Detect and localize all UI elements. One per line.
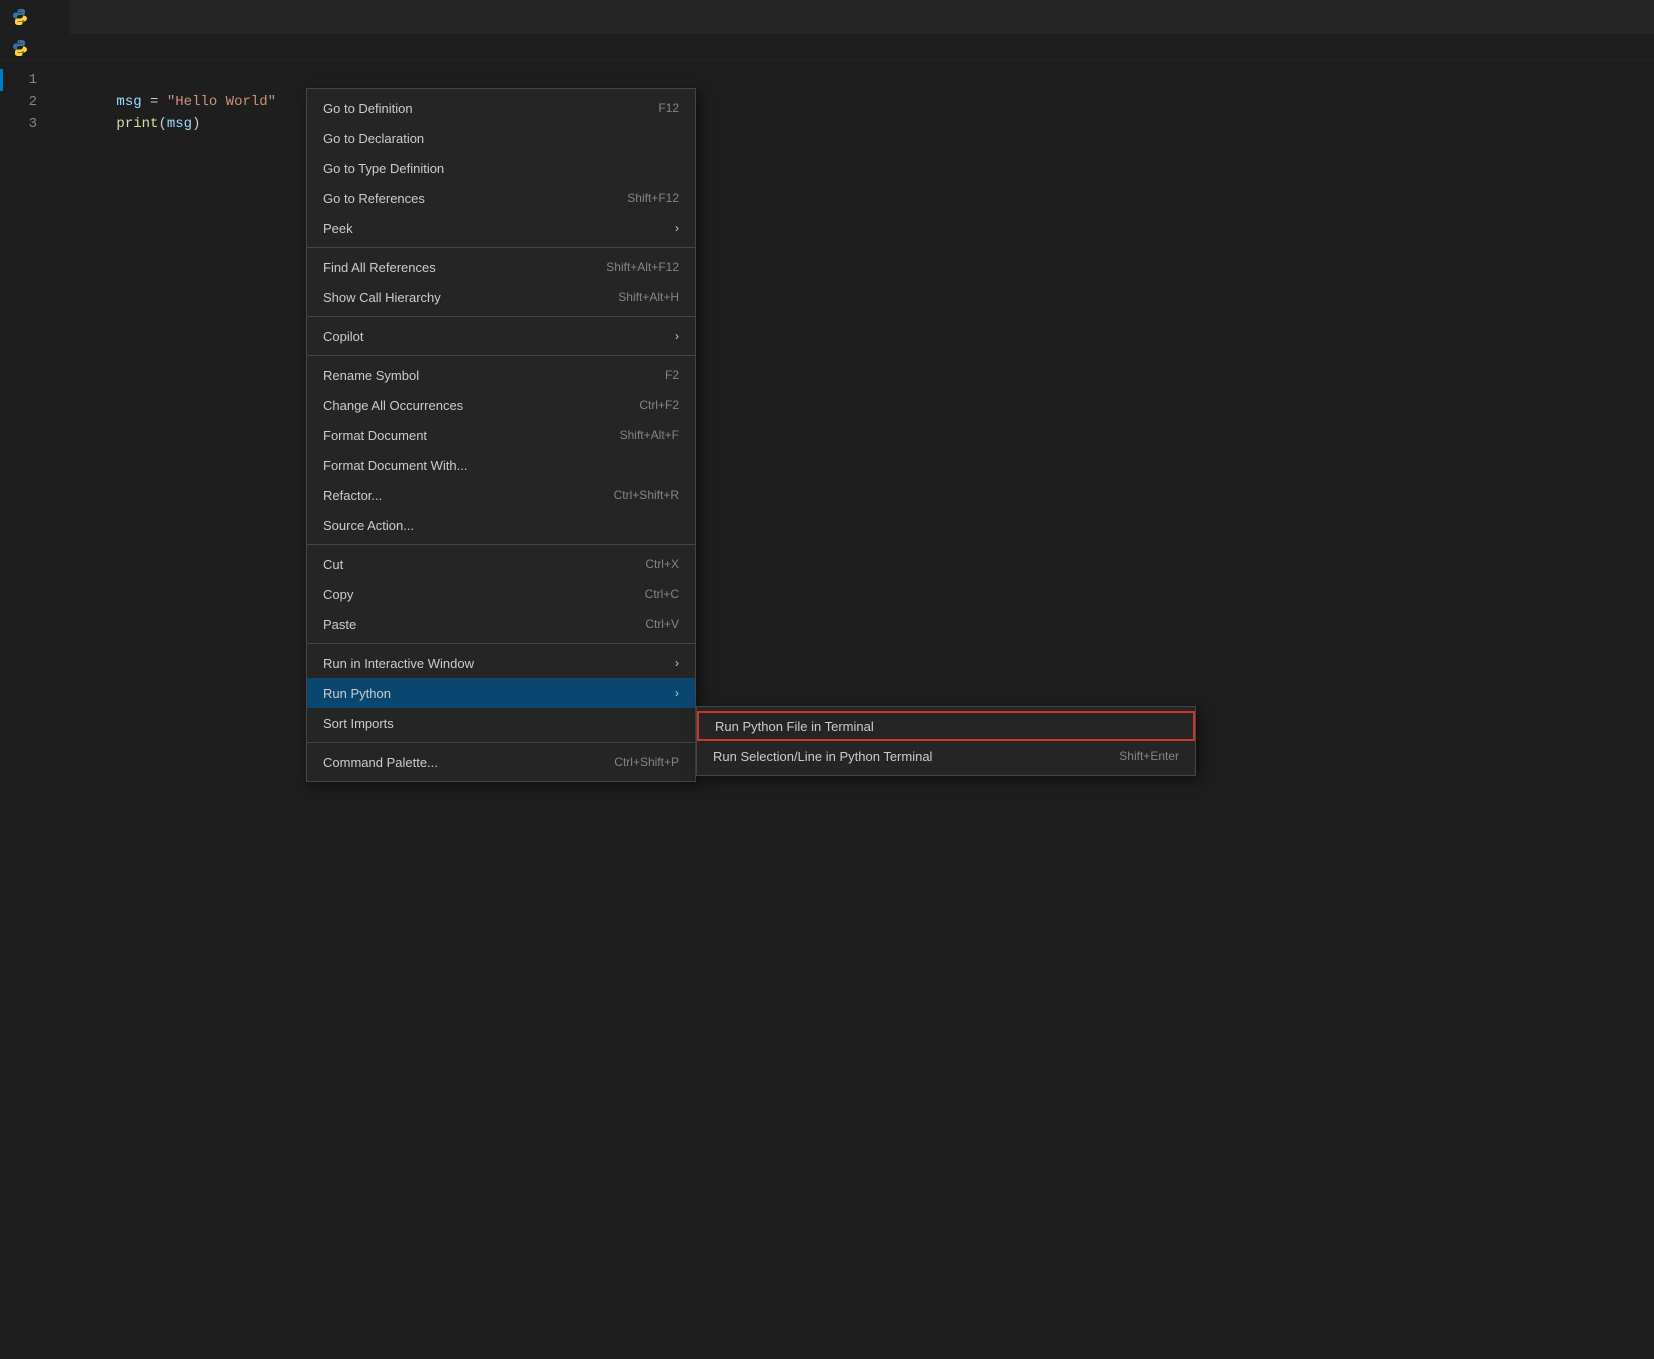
menu-item-change-all-occurrences[interactable]: Change All Occurrences Ctrl+F2 <box>307 390 695 420</box>
menu-item-go-to-definition[interactable]: Go to Definition F12 <box>307 93 695 123</box>
menu-item-label-format-document: Format Document <box>323 428 604 443</box>
code-fn-print: print <box>116 116 158 132</box>
menu-item-shortcut-rename-symbol: F2 <box>665 368 679 382</box>
menu-item-run-in-interactive-window[interactable]: Run in Interactive Window › <box>307 648 695 678</box>
breadcrumb-python-icon <box>12 40 28 56</box>
menu-item-arrow-run-python: › <box>675 686 679 700</box>
menu-item-cut[interactable]: Cut Ctrl+X <box>307 549 695 579</box>
menu-item-label-show-call-hierarchy: Show Call Hierarchy <box>323 290 602 305</box>
tab-bar <box>0 0 1654 35</box>
tab-close-button[interactable] <box>40 8 58 26</box>
menu-item-source-action[interactable]: Source Action... <box>307 510 695 540</box>
code-line-2: print(msg) <box>66 91 1654 113</box>
menu-item-label-copilot: Copilot <box>323 329 667 344</box>
menu-item-format-document[interactable]: Format Document Shift+Alt+F <box>307 420 695 450</box>
menu-item-shortcut-go-to-definition: F12 <box>658 101 679 115</box>
menu-item-refactor[interactable]: Refactor... Ctrl+Shift+R <box>307 480 695 510</box>
code-line-3 <box>66 113 1654 135</box>
menu-item-format-document-with[interactable]: Format Document With... <box>307 450 695 480</box>
code-string-hello: "Hello World" <box>167 94 276 110</box>
submenu-item-run-selection-in-python-terminal[interactable]: Run Selection/Line in Python TerminalShi… <box>697 741 1195 771</box>
menu-separator <box>307 247 695 248</box>
menu-item-label-refactor: Refactor... <box>323 488 598 503</box>
code-var-msg-arg: msg <box>167 116 192 132</box>
menu-separator <box>307 355 695 356</box>
menu-item-label-command-palette: Command Palette... <box>323 755 598 770</box>
menu-item-paste[interactable]: Paste Ctrl+V <box>307 609 695 639</box>
menu-item-shortcut-refactor: Ctrl+Shift+R <box>614 488 679 502</box>
menu-item-label-peek: Peek <box>323 221 667 236</box>
menu-item-arrow-peek: › <box>675 221 679 235</box>
menu-separator <box>307 316 695 317</box>
menu-item-label-run-python: Run Python <box>323 686 667 701</box>
line-number-3: 3 <box>0 113 37 135</box>
submenu-item-shortcut-run-selection-in-python-terminal: Shift+Enter <box>1119 749 1179 763</box>
menu-item-run-python[interactable]: Run Python › <box>307 678 695 708</box>
submenu-item-label-run-selection-in-python-terminal: Run Selection/Line in Python Terminal <box>713 749 1119 764</box>
menu-item-label-go-to-type-definition: Go to Type Definition <box>323 161 679 176</box>
menu-item-go-to-declaration[interactable]: Go to Declaration <box>307 123 695 153</box>
menu-item-find-all-references[interactable]: Find All References Shift+Alt+F12 <box>307 252 695 282</box>
submenu-item-run-python-file-in-terminal[interactable]: Run Python File in Terminal <box>697 711 1195 741</box>
menu-item-shortcut-format-document: Shift+Alt+F <box>620 428 679 442</box>
menu-item-peek[interactable]: Peek › <box>307 213 695 243</box>
context-menu: Go to Definition F12 Go to Declaration Go t… <box>306 88 696 782</box>
menu-separator <box>307 544 695 545</box>
menu-item-label-go-to-references: Go to References <box>323 191 611 206</box>
menu-item-label-copy: Copy <box>323 587 629 602</box>
menu-item-shortcut-cut: Ctrl+X <box>645 557 679 571</box>
menu-item-shortcut-copy: Ctrl+C <box>645 587 679 601</box>
line-number-1: 1 <box>0 69 37 91</box>
menu-item-shortcut-go-to-references: Shift+F12 <box>627 191 679 205</box>
code-line-1: msg = "Hello World" <box>66 69 1654 91</box>
menu-item-label-rename-symbol: Rename Symbol <box>323 368 649 383</box>
menu-item-arrow-run-in-interactive-window: › <box>675 656 679 670</box>
code-var-msg: msg <box>116 94 141 110</box>
menu-item-rename-symbol[interactable]: Rename Symbol F2 <box>307 360 695 390</box>
menu-item-arrow-copilot: › <box>675 329 679 343</box>
menu-item-go-to-type-definition[interactable]: Go to Type Definition <box>307 153 695 183</box>
submenu-run-python: Run Python File in Terminal Run Selection… <box>696 706 1196 776</box>
menu-item-copy[interactable]: Copy Ctrl+C <box>307 579 695 609</box>
menu-item-go-to-references[interactable]: Go to References Shift+F12 <box>307 183 695 213</box>
menu-item-shortcut-command-palette: Ctrl+Shift+P <box>614 755 679 769</box>
menu-item-label-source-action: Source Action... <box>323 518 679 533</box>
menu-item-label-paste: Paste <box>323 617 629 632</box>
menu-item-sort-imports[interactable]: Sort Imports <box>307 708 695 738</box>
menu-item-label-format-document-with: Format Document With... <box>323 458 679 473</box>
menu-item-label-cut: Cut <box>323 557 629 572</box>
tab-hello-py[interactable] <box>0 0 71 35</box>
menu-item-label-run-in-interactive-window: Run in Interactive Window <box>323 656 667 671</box>
menu-item-copilot[interactable]: Copilot › <box>307 321 695 351</box>
breadcrumb <box>0 35 1654 61</box>
menu-separator <box>307 643 695 644</box>
menu-item-shortcut-find-all-references: Shift+Alt+F12 <box>606 260 679 274</box>
line-number-2: 2 <box>0 91 37 113</box>
menu-item-shortcut-paste: Ctrl+V <box>645 617 679 631</box>
python-file-icon <box>12 9 28 25</box>
menu-item-command-palette[interactable]: Command Palette... Ctrl+Shift+P <box>307 747 695 777</box>
menu-separator <box>307 742 695 743</box>
menu-item-label-sort-imports: Sort Imports <box>323 716 679 731</box>
menu-item-label-go-to-declaration: Go to Declaration <box>323 131 679 146</box>
line-numbers: 1 2 3 <box>0 61 50 1359</box>
menu-item-shortcut-change-all-occurrences: Ctrl+F2 <box>639 398 679 412</box>
line-accent <box>0 69 3 91</box>
menu-item-shortcut-show-call-hierarchy: Shift+Alt+H <box>618 290 679 304</box>
menu-item-show-call-hierarchy[interactable]: Show Call Hierarchy Shift+Alt+H <box>307 282 695 312</box>
menu-item-label-go-to-definition: Go to Definition <box>323 101 642 116</box>
menu-item-label-find-all-references: Find All References <box>323 260 590 275</box>
menu-item-label-change-all-occurrences: Change All Occurrences <box>323 398 623 413</box>
submenu-item-label-run-python-file-in-terminal: Run Python File in Terminal <box>715 719 1177 734</box>
